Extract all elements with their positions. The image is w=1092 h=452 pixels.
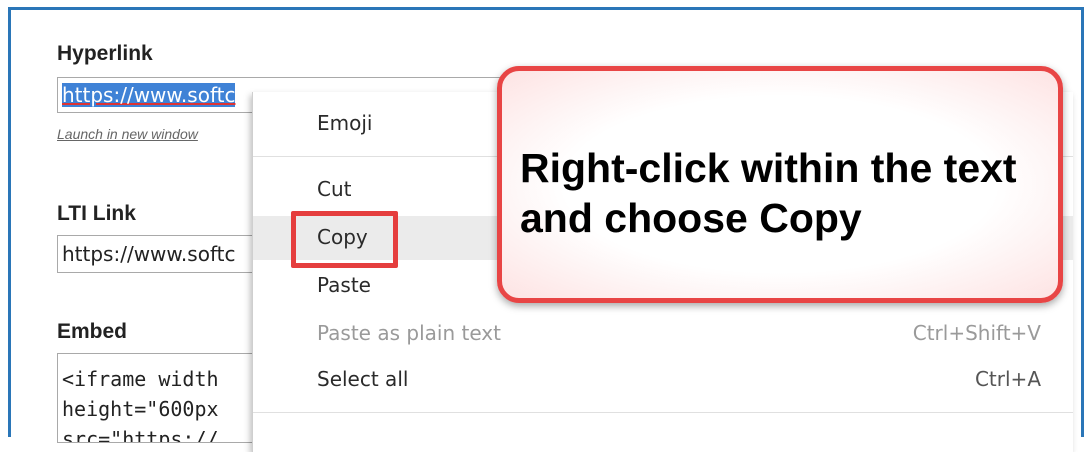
menu-item-shortcut: Ctrl+A [974,367,1041,391]
menu-item-select-all[interactable]: Select all Ctrl+A [253,358,1073,402]
menu-item-shortcut: Ctrl+Shift+V [912,321,1041,345]
menu-item-label: Emoji [317,111,373,135]
menu-item-paste-plain-text: Paste as plain text Ctrl+Shift+V [253,312,1073,356]
instruction-callout: Right-click within the text and choose C… [497,66,1063,303]
embed-label: Embed [57,320,128,343]
menu-item-label: Cut [317,177,352,201]
hyperlink-selected-text: https://www.softc [62,83,236,107]
callout-text: Right-click within the text and choose C… [520,145,1017,241]
lti-link-label: LTI Link [57,202,136,225]
launch-new-window-link[interactable]: Launch in new window [57,126,198,142]
menu-item-label: Select all [317,367,409,391]
menu-separator [253,412,1073,413]
menu-item-label: Paste as plain text [317,321,501,345]
copy-highlight-box [291,211,398,268]
hyperlink-label: Hyperlink [57,42,153,65]
menu-item-label: Paste [317,273,371,297]
